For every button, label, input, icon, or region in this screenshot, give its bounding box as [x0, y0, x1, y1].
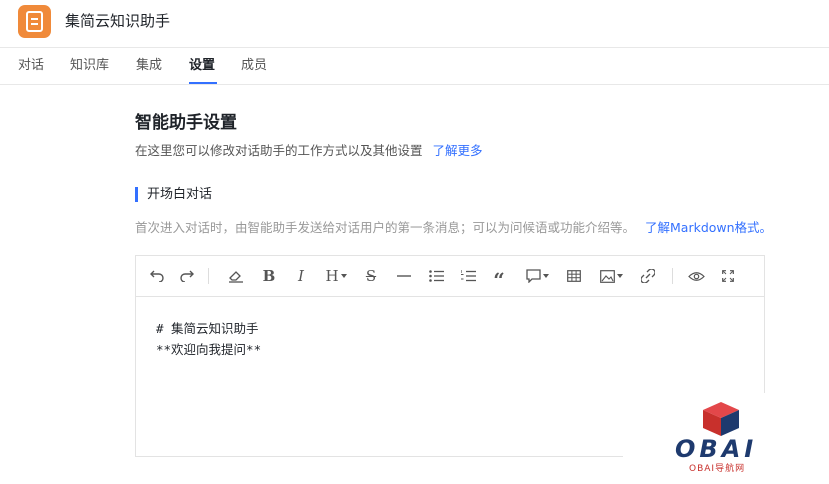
watermark-logo: OBAI OBAI导航网: [623, 393, 829, 484]
editor-toolbar: B I H S “: [136, 256, 764, 297]
section-marker: [135, 187, 138, 202]
tab-bar: 对话 知识库 集成 设置 成员: [0, 49, 829, 85]
learn-more-link[interactable]: 了解更多: [433, 143, 483, 158]
heading-label: H: [325, 267, 339, 285]
editor-line: **欢迎向我提问**: [156, 342, 262, 357]
document-icon: [18, 5, 51, 38]
horizontal-rule-icon[interactable]: [395, 266, 413, 286]
active-tab-indicator: [189, 82, 217, 84]
chevron-down-icon: [340, 274, 347, 278]
tab-knowledge-base[interactable]: 知识库: [70, 57, 109, 75]
eye-icon[interactable]: [686, 266, 706, 286]
section-description: 首次进入对话时，由智能助手发送给对话用户的第一条消息；可以为问候语或功能介绍等。…: [135, 219, 772, 237]
watermark-text: OBAI: [675, 435, 758, 463]
toolbar-divider: [672, 268, 673, 284]
editor-content[interactable]: # 集简云知识助手 **欢迎向我提问**: [156, 318, 261, 360]
heading-button[interactable]: H: [323, 266, 349, 286]
chevron-down-icon: [542, 274, 549, 278]
quote-button[interactable]: “: [491, 266, 507, 292]
watermark-subtext: OBAI导航网: [689, 464, 746, 474]
toolbar-divider: [208, 268, 209, 284]
table-icon[interactable]: [565, 266, 583, 286]
comment-icon: [525, 269, 541, 283]
page-title: 智能助手设置: [135, 113, 237, 133]
italic-button[interactable]: I: [293, 266, 309, 286]
section-title: 开场白对话: [147, 187, 213, 202]
undo-icon[interactable]: [148, 266, 166, 286]
image-button[interactable]: [597, 266, 625, 286]
bold-button[interactable]: B: [261, 266, 277, 286]
markdown-help-link[interactable]: 了解Markdown格式。: [645, 220, 772, 235]
tab-chat[interactable]: 对话: [18, 57, 44, 75]
editor-line: # 集简云知识助手: [156, 321, 259, 336]
tab-integration[interactable]: 集成: [136, 57, 162, 75]
bullet-list-icon[interactable]: [427, 266, 445, 286]
tab-settings[interactable]: 设置: [189, 57, 215, 75]
page-description: 在这里您可以修改对话助手的工作方式以及其他设置 了解更多: [135, 142, 483, 160]
ordered-list-icon[interactable]: [459, 266, 477, 286]
strikethrough-button[interactable]: S: [363, 266, 379, 286]
image-icon: [599, 269, 615, 283]
chevron-down-icon: [616, 274, 623, 278]
section-description-text: 首次进入对话时，由智能助手发送给对话用户的第一条消息；可以为问候语或功能介绍等。: [135, 220, 636, 235]
fullscreen-icon[interactable]: [719, 266, 737, 286]
app-title: 集简云知识助手: [65, 12, 171, 30]
tab-members[interactable]: 成员: [241, 57, 267, 75]
eraser-icon[interactable]: [227, 266, 245, 286]
app-header: 集简云知识助手: [0, 0, 829, 48]
link-icon[interactable]: [639, 266, 657, 286]
redo-icon[interactable]: [178, 266, 196, 286]
page-description-text: 在这里您可以修改对话助手的工作方式以及其他设置: [135, 143, 423, 158]
comment-button[interactable]: [523, 266, 551, 286]
cube-logo-icon: [703, 402, 739, 436]
